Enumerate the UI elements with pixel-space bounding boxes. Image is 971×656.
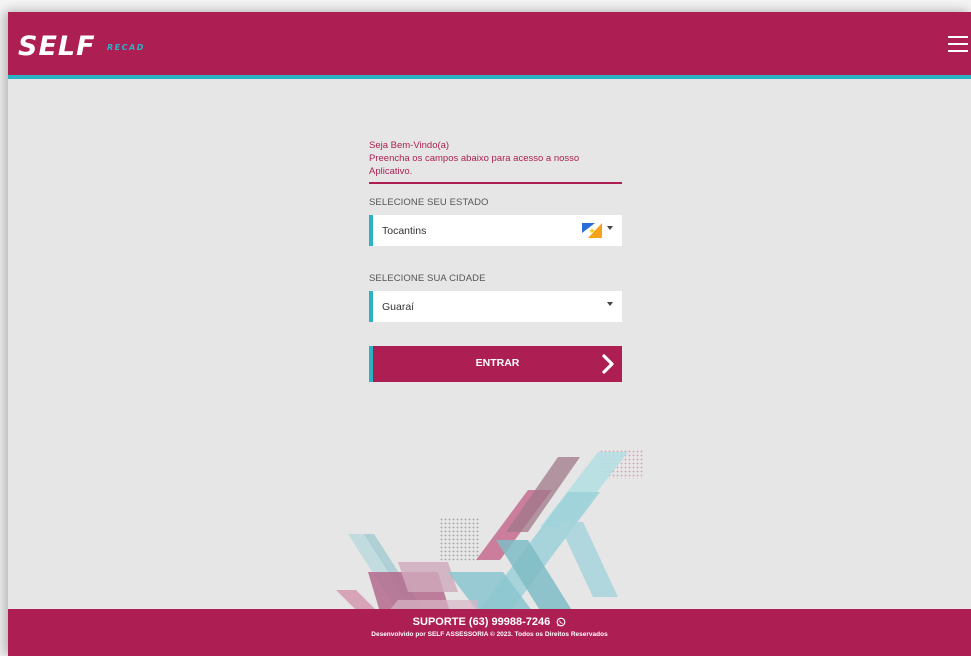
tocantins-flag-icon	[582, 223, 602, 238]
chevron-down-icon	[607, 226, 613, 230]
city-value: Guaraí	[382, 301, 415, 313]
chevron-down-icon	[607, 302, 613, 306]
decorative-graphic	[336, 449, 644, 612]
top-bar: SELF RECAD	[8, 12, 971, 79]
logo: SELF	[18, 31, 96, 62]
support-text: SUPORTE (63) 99988-7246	[412, 616, 551, 628]
state-select[interactable]: Tocantins	[369, 215, 622, 246]
city-select[interactable]: Guaraí	[369, 291, 622, 322]
enter-button[interactable]: ENTRAR	[369, 346, 622, 382]
city-label: SELECIONE SUA CIDADE	[369, 273, 486, 284]
app-window: SELF RECAD Seja Bem-Vindo(a) Preencha os…	[8, 12, 971, 656]
whatsapp-icon	[556, 617, 566, 627]
support-line[interactable]: SUPORTE (63) 99988-7246	[8, 616, 971, 628]
state-value: Tocantins	[382, 225, 427, 237]
state-label: SELECIONE SEU ESTADO	[369, 197, 489, 208]
logo-subtitle: RECAD	[107, 43, 145, 52]
chevron-right-icon	[602, 354, 614, 374]
hamburger-menu-icon[interactable]	[948, 36, 968, 54]
welcome-subtitle: Preencha os campos abaixo para acesso a …	[369, 153, 580, 177]
footer: SUPORTE (63) 99988-7246 Desenvolvido por…	[8, 609, 971, 656]
welcome-title: Seja Bem-Vindo(a)	[369, 140, 450, 151]
copyright-text: Desenvolvido por SELF ASSESSORIA © 2023.…	[371, 631, 608, 638]
enter-label: ENTRAR	[475, 357, 520, 369]
welcome-block: Seja Bem-Vindo(a) Preencha os campos aba…	[369, 139, 622, 184]
